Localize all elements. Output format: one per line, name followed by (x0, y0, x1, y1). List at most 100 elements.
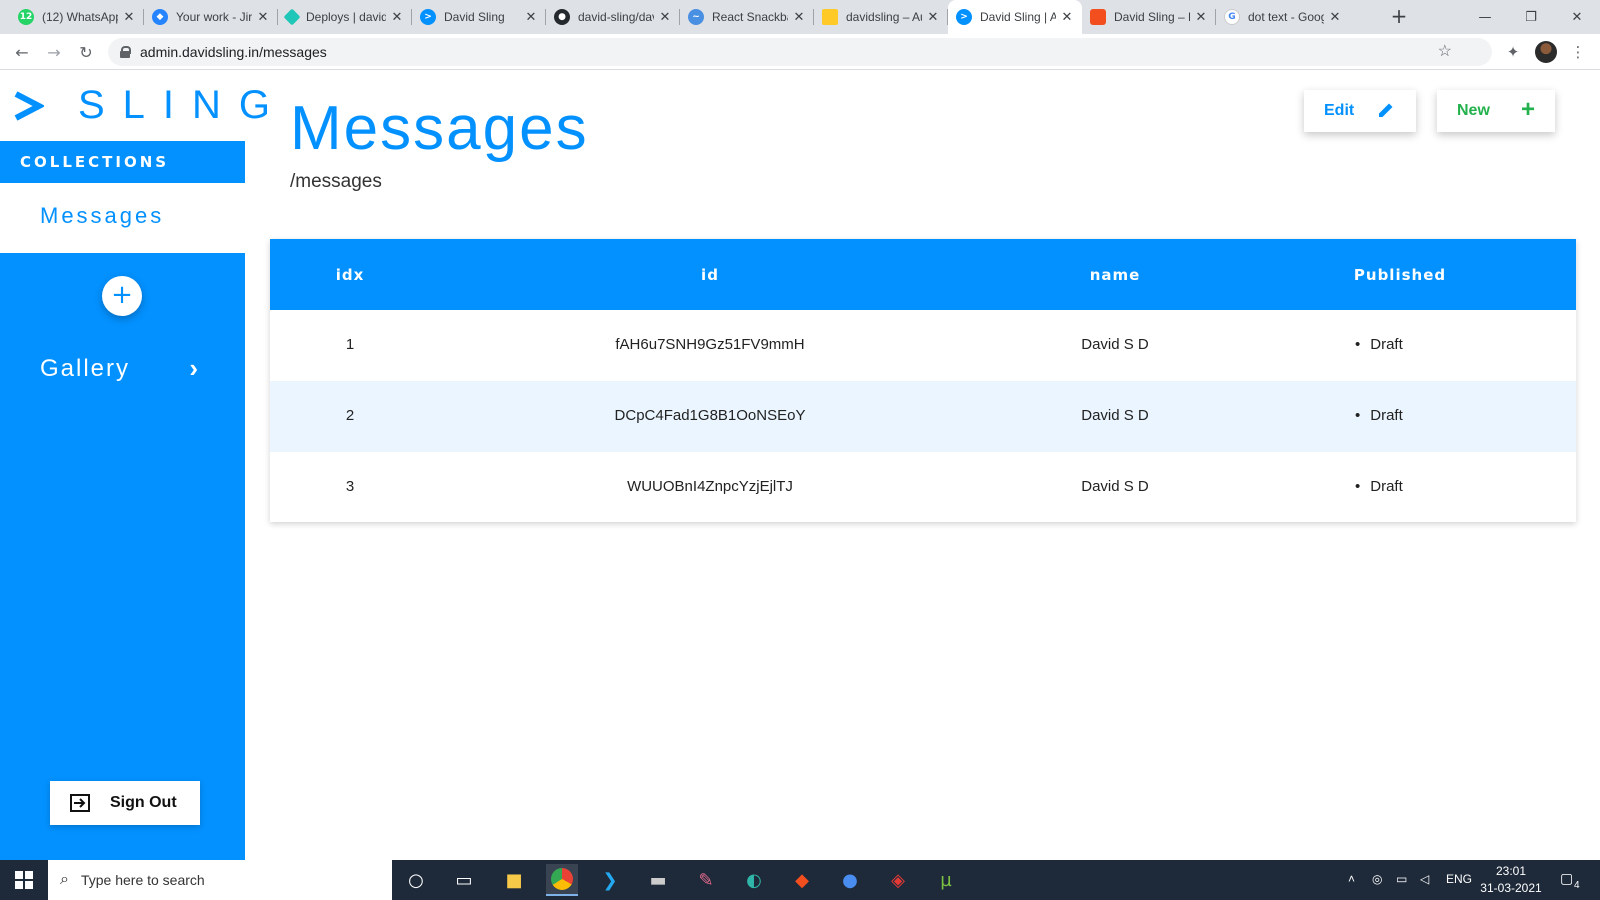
url-text: admin.davidsling.in/messages (140, 44, 327, 60)
browser-tab[interactable]: ~ React Snackbar ✕ (680, 0, 814, 34)
sidebar-background (0, 253, 245, 860)
cell-name: David S D (1081, 478, 1149, 495)
new-tab-button[interactable]: + (1388, 6, 1410, 28)
start-button[interactable] (0, 860, 48, 900)
chrome-icon[interactable] (546, 864, 578, 896)
figma-taskbar-icon[interactable]: ◆ (786, 864, 818, 896)
menu-kebab-icon[interactable]: ⋮ (1568, 42, 1588, 62)
logo[interactable]: SLING (0, 71, 270, 141)
sign-out-button[interactable]: Sign Out (50, 781, 200, 825)
close-icon[interactable]: ✕ (658, 10, 672, 25)
close-icon[interactable]: ✕ (524, 10, 538, 25)
browser-tab-active[interactable]: > David Sling | Admin ✕ (948, 0, 1082, 34)
profile-avatar[interactable] (1535, 41, 1557, 63)
tab-title: David Sling | Admin (980, 10, 1056, 24)
browser-toolbar: ← → ↻ admin.davidsling.in/messages ☆ ✦ ⋮ (0, 34, 1600, 70)
lock-icon (120, 46, 131, 58)
netlify-icon (283, 8, 301, 26)
terminal-icon[interactable]: ▬ (642, 864, 674, 896)
admin-app: SLING COLLECTIONS Messages + Gallery › S… (0, 71, 1600, 860)
column-header-id[interactable]: id (600, 266, 820, 284)
close-icon[interactable]: ✕ (926, 10, 940, 25)
system-clock[interactable]: 23:01 31-03-2021 (1476, 863, 1546, 897)
browser-tab[interactable]: G dot text - Google Search ✕ (1216, 0, 1350, 34)
collection-path: /messages (290, 171, 382, 192)
volume-icon[interactable]: ◁ (1420, 872, 1429, 886)
reload-icon[interactable]: ↻ (74, 40, 98, 64)
back-icon[interactable]: ← (10, 40, 34, 64)
browser-tab-strip: 12 (12) WhatsApp ✕ ◆ Your work - Jira ✕ … (0, 0, 1600, 34)
forward-icon[interactable]: → (42, 40, 66, 64)
cell-idx: 1 (345, 336, 355, 353)
clock-time: 23:01 (1495, 864, 1527, 878)
extensions-icon[interactable]: ✦ (1503, 42, 1523, 62)
edit-label: Edit (1324, 102, 1355, 119)
tab-title: dot text - Google Search (1248, 10, 1324, 24)
notification-icon[interactable]: ▢ (1560, 870, 1573, 887)
tab-title: David Sling – Figma (1114, 10, 1190, 24)
app-icon[interactable]: ● (834, 864, 866, 896)
close-icon[interactable]: ✕ (1328, 10, 1342, 25)
language-indicator[interactable]: ENG (1446, 872, 1472, 886)
bookmark-star-icon[interactable]: ☆ (1438, 41, 1452, 61)
sidebar-item-messages[interactable]: Messages (0, 183, 245, 253)
close-icon[interactable]: ✕ (122, 10, 136, 25)
cell-id: fAH6u7SNH9Gz51FV9mmH (615, 336, 805, 353)
paint-icon[interactable]: ✎ (690, 864, 722, 896)
new-button[interactable]: New + (1437, 90, 1555, 132)
tab-title: David Sling (444, 10, 505, 24)
sign-out-icon (70, 794, 90, 812)
sidebar-item-gallery[interactable]: Gallery › (40, 351, 210, 387)
chrome-logo (551, 868, 573, 890)
browser-tab[interactable]: David Sling – Figma ✕ (1082, 0, 1216, 34)
taskbar-search-input[interactable]: ⌕ Type here to search (48, 860, 392, 900)
camera-icon[interactable]: ◎ (1372, 872, 1382, 886)
close-icon[interactable]: ✕ (1060, 10, 1074, 25)
browser-tab[interactable]: Deploys | davidsling ✕ (278, 0, 412, 34)
notification-count: 4 (1574, 880, 1580, 891)
close-icon[interactable]: ✕ (792, 10, 806, 25)
close-icon[interactable]: ✕ (1194, 10, 1208, 25)
vscode-icon[interactable]: ❯ (594, 864, 626, 896)
browser-tab[interactable]: davidsling – Authentication ✕ (814, 0, 948, 34)
cortana-icon[interactable]: ○ (400, 864, 432, 896)
column-header-name[interactable]: name (1050, 266, 1180, 284)
sling-logo-icon (14, 91, 44, 121)
pencil-icon (1379, 103, 1393, 117)
column-header-published[interactable]: Published (1335, 266, 1465, 284)
cell-published: Draft (1355, 478, 1455, 495)
browser-tab[interactable]: 12 (12) WhatsApp ✕ (10, 0, 144, 34)
network-icon[interactable]: ▭ (1396, 872, 1407, 886)
close-icon[interactable]: ✕ (390, 10, 404, 25)
cell-name: David S D (1081, 407, 1149, 424)
search-icon: ⌕ (60, 871, 69, 888)
table-row[interactable]: 1 fAH6u7SNH9Gz51FV9mmH David S D Draft (270, 310, 1576, 381)
browser-tab[interactable]: > David Sling ✕ (412, 0, 546, 34)
minimize-button[interactable]: — (1462, 0, 1508, 34)
table-row[interactable]: 3 WUUOBnI4ZnpcYzjEjlTJ David S D Draft (270, 452, 1576, 523)
restore-button[interactable]: ❐ (1508, 0, 1554, 34)
close-icon[interactable]: ✕ (256, 10, 270, 25)
task-view-icon[interactable]: ▭ (448, 864, 480, 896)
whatsapp-icon: 12 (18, 9, 34, 25)
browser-tab[interactable]: ● david-sling/davidsling ✕ (546, 0, 680, 34)
address-bar[interactable]: admin.davidsling.in/messages ☆ (108, 38, 1492, 66)
column-header-idx[interactable]: idx (320, 266, 380, 284)
edit-button[interactable]: Edit (1304, 90, 1416, 132)
sign-out-label: Sign Out (110, 794, 177, 811)
add-collection-button[interactable]: + (102, 276, 142, 316)
browser-tab[interactable]: ◆ Your work - Jira ✕ (144, 0, 278, 34)
gallery-label: Gallery (40, 355, 131, 382)
snack-icon: ~ (688, 9, 704, 25)
file-explorer-icon[interactable]: ■ (498, 864, 530, 896)
git-icon[interactable]: ◈ (882, 864, 914, 896)
edge-icon[interactable]: ◐ (738, 864, 770, 896)
tray-chevron-up-icon[interactable]: ˄ (1348, 872, 1355, 886)
window-close-button[interactable]: ✕ (1554, 0, 1600, 34)
new-label: New (1457, 102, 1490, 119)
cell-name: David S D (1081, 336, 1149, 353)
google-icon: G (1224, 9, 1240, 25)
tab-title: React Snackbar (712, 10, 788, 24)
table-row[interactable]: 2 DCpC4Fad1G8B1OoNSEoY David S D Draft (270, 381, 1576, 452)
utorrent-icon[interactable]: µ (930, 864, 962, 896)
